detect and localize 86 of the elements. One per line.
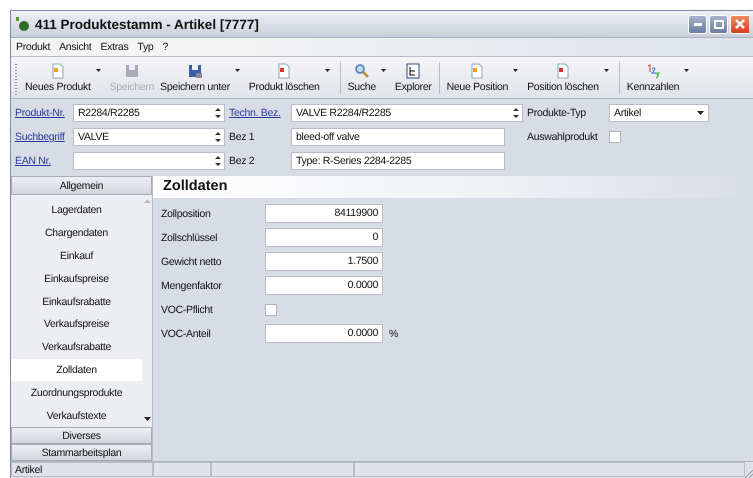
tree-icon: [406, 63, 420, 78]
field-label: Auswahlprodukt: [527, 131, 599, 143]
nav-item[interactable]: Zuordnungsprodukte: [11, 381, 142, 404]
nav-item[interactable]: Einkaufsrabatte: [11, 290, 142, 313]
spin-field[interactable]: [73, 152, 225, 170]
menu-item[interactable]: ?: [161, 41, 169, 53]
spinner-icon: [214, 106, 222, 120]
scroll-down-icon: [144, 417, 150, 421]
spin-field[interactable]: VALVE R2284/R2285: [291, 104, 523, 122]
field-label: VOC-Anteil: [161, 328, 212, 340]
toolbar-button[interactable]: Position löschen: [524, 60, 602, 94]
number-field[interactable]: 0: [265, 228, 383, 247]
toolbar-button[interactable]: Suche: [344, 60, 379, 94]
checkbox[interactable]: [609, 131, 621, 143]
dropdown-arrow-icon[interactable]: [96, 69, 101, 72]
nav-item[interactable]: Einkaufspreise: [11, 267, 142, 290]
menu-item[interactable]: Typ: [136, 41, 154, 53]
maximize-icon: [714, 20, 724, 28]
document-icon: [278, 63, 290, 78]
app-icon: [15, 17, 31, 31]
link[interactable]: Suchbegriff: [15, 131, 69, 143]
resize-grip-icon: [745, 470, 753, 478]
field-label: Produkte-Typ: [527, 107, 587, 119]
field-label: Gewicht netto: [161, 256, 222, 268]
link[interactable]: EAN Nr.: [15, 155, 69, 167]
field-label: Zollschlüssel: [161, 232, 218, 244]
nav-item[interactable]: Chargendaten: [11, 222, 142, 245]
number-field[interactable]: 84119900: [265, 204, 383, 223]
menu-item[interactable]: Produkt: [15, 41, 52, 53]
dropdown-arrow-icon[interactable]: [604, 69, 609, 72]
toolbar-button[interactable]: Produkt löschen: [246, 60, 323, 94]
field-label: Bez 1: [229, 131, 256, 143]
nav-section-button[interactable]: Allgemein: [11, 176, 152, 195]
document-icon: [472, 63, 483, 78]
numbers-icon: [647, 64, 660, 78]
toolbar-button[interactable]: Neues Produkt: [22, 60, 94, 94]
field-label: VOC-Pflicht: [161, 304, 214, 316]
link[interactable]: Techn. Bez.: [229, 107, 287, 119]
close-button[interactable]: [730, 14, 749, 34]
dropdown-arrow-icon[interactable]: [380, 69, 386, 72]
field-label: Zollposition: [161, 208, 212, 220]
spin-field[interactable]: R2284/R2285: [73, 104, 225, 122]
menu-item[interactable]: Ansicht: [58, 41, 92, 53]
number-field[interactable]: 1.7500: [265, 252, 383, 271]
window-title: 411 Produktestamm - Artikel [7777]: [35, 16, 259, 32]
maximize-button[interactable]: [709, 14, 728, 34]
spinner-icon: [214, 130, 222, 144]
text-field[interactable]: Type: R-Series 2284-2285: [291, 152, 505, 170]
dropdown-field[interactable]: Artikel: [609, 104, 709, 122]
number-field[interactable]: 0.0000: [265, 276, 383, 295]
toolbar-button[interactable]: Neue Position: [444, 60, 512, 94]
dropdown-arrow-icon[interactable]: [513, 69, 518, 72]
link[interactable]: Produkt-Nr.: [15, 107, 69, 119]
document-icon: [52, 63, 64, 78]
checkbox[interactable]: [265, 304, 277, 316]
nav-item[interactable]: Verkaufstexte: [11, 404, 142, 427]
nav-section-button[interactable]: Diverses: [11, 427, 152, 444]
document-icon: [557, 63, 568, 78]
unit-label: %: [389, 328, 398, 340]
dropdown-arrow-icon[interactable]: [684, 69, 690, 72]
spin-field[interactable]: VALVE: [73, 128, 225, 146]
nav-section-button[interactable]: Stammarbeitsplan: [11, 444, 152, 461]
nav-item[interactable]: Einkauf: [11, 244, 142, 268]
magnifier-icon: [354, 64, 369, 78]
spinner-icon: [512, 106, 520, 120]
toolbar-button[interactable]: Kennzahlen: [624, 60, 682, 94]
field-label: Bez 2: [229, 155, 256, 167]
minimize-button[interactable]: [688, 14, 707, 34]
menu-item[interactable]: Extras: [99, 41, 130, 53]
number-field[interactable]: 0.0000: [265, 324, 383, 343]
status-text: Artikel: [11, 462, 153, 477]
nav-item[interactable]: Verkaufsrabatte: [11, 336, 142, 359]
field-label: Mengenfaktor: [161, 280, 223, 292]
dropdown-arrow-icon: [697, 111, 704, 115]
dropdown-arrow-icon[interactable]: [234, 69, 240, 72]
toolbar-button[interactable]: Explorer: [392, 60, 435, 94]
minimize-icon: [694, 22, 702, 26]
dropdown-arrow-icon[interactable]: [324, 69, 330, 72]
toolbar-button[interactable]: Speichern unter: [157, 60, 233, 94]
nav-item[interactable]: Zolldaten: [11, 358, 142, 382]
close-icon: [735, 19, 745, 29]
spinner-icon: [214, 154, 222, 168]
nav-item[interactable]: Verkaufspreise: [11, 312, 142, 336]
text-field[interactable]: bleed-off valve: [291, 128, 505, 146]
scroll-up-icon: [144, 199, 150, 203]
nav-item[interactable]: Lagerdaten: [11, 199, 142, 222]
